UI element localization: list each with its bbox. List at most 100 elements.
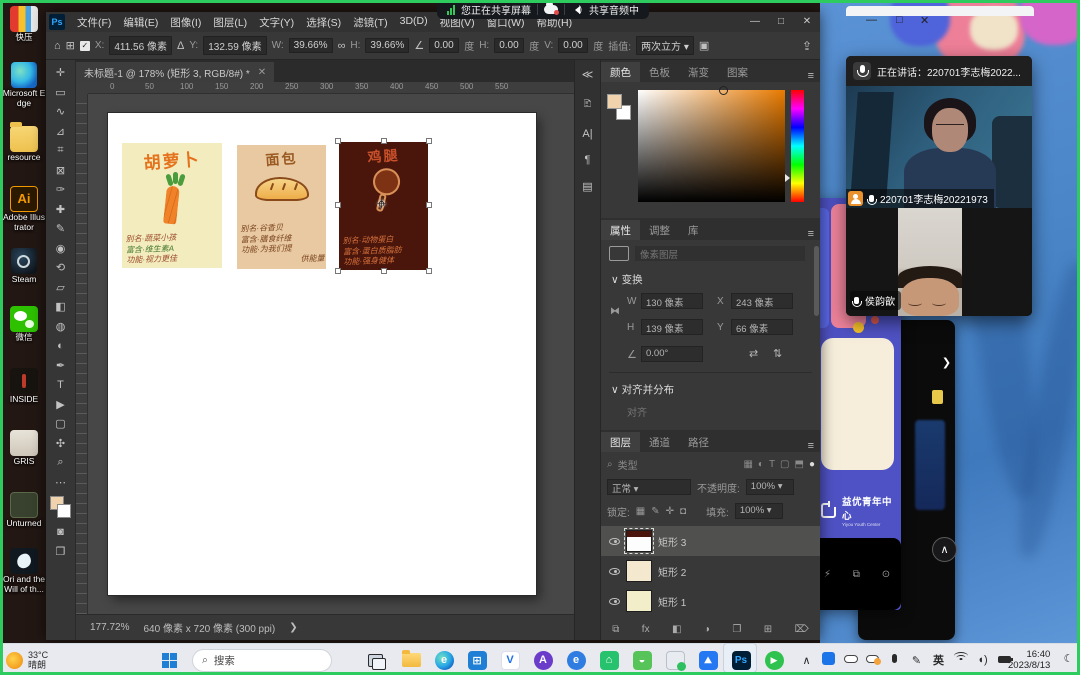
participant2-video[interactable]: 侯韵歆	[846, 208, 1032, 316]
filter-search-icon[interactable]: ⌕	[607, 459, 613, 470]
layer-effects-icon[interactable]: fx	[642, 624, 650, 635]
menu-item[interactable]: 选择(S)	[300, 13, 347, 32]
artboard[interactable]: 胡萝卜 别名·蔬菜小孩 富含·维生素A 功能·视力更佳 面包	[108, 113, 536, 595]
quick-mask-icon[interactable]: ◙	[50, 522, 72, 542]
tool-button[interactable]: ✑	[50, 180, 72, 200]
bg-close-icon[interactable]: ✕	[920, 14, 929, 27]
filter-adjustment-icon[interactable]: ◐	[758, 459, 764, 470]
ime-indicator[interactable]: 英	[928, 652, 949, 668]
filter-type-label[interactable]: 类型	[618, 457, 638, 472]
menu-item[interactable]: 编辑(E)	[117, 13, 164, 32]
hue-slider[interactable]	[791, 90, 804, 202]
libraries-panel-icon[interactable]: ▤	[582, 180, 592, 193]
chicken-card[interactable]: 鸡腿 别名·动物蛋白 富含·蛋白质脂肪 功能·强身健体 ⌖	[339, 142, 428, 270]
desktop-icon-edge[interactable]: Microsoft Edge	[2, 62, 46, 108]
menu-item[interactable]: 滤镜(T)	[347, 13, 393, 32]
tool-button[interactable]: ⟲	[50, 258, 72, 278]
panel-menu-icon[interactable]: ≡	[808, 228, 820, 240]
bread-card[interactable]: 面包 别名·谷香贝 富含·膳食纤维 功能·为我们提 供能量	[237, 145, 326, 269]
share-icon[interactable]: ⇪	[802, 39, 812, 53]
layer-row-rect1[interactable]: 矩形 1	[601, 586, 820, 616]
link-wh-icon[interactable]: ⧓	[610, 306, 620, 317]
learn-panel-icon[interactable]: 🗈	[583, 95, 591, 114]
transform-handle[interactable]	[426, 268, 432, 274]
tool-button[interactable]: ✛	[50, 63, 72, 83]
night-mode-icon[interactable]: ☾	[1058, 652, 1079, 665]
filter-smart-icon[interactable]: ⬒	[795, 459, 804, 470]
menu-item[interactable]: 图像(I)	[164, 13, 207, 32]
layer-thumbnail[interactable]	[626, 590, 652, 612]
taskbar-appstore-green[interactable]: ⌂	[596, 646, 622, 674]
lock-all-icon[interactable]: ◘	[680, 506, 686, 517]
tab-channels[interactable]: 通道	[640, 432, 679, 452]
layer-row-rect3[interactable]: 矩形 3	[601, 526, 820, 556]
taskbar-explorer[interactable]	[398, 646, 424, 674]
angle-input[interactable]: 0.00	[429, 38, 459, 53]
zoom-level[interactable]: 177.72%	[90, 622, 129, 633]
tool-button[interactable]: ⋯	[50, 473, 72, 493]
paragraph-panel-icon[interactable]: ¶	[585, 154, 591, 166]
tool-button[interactable]: ✒	[50, 356, 72, 376]
tab-gradients[interactable]: 渐变	[679, 62, 718, 82]
home-icon[interactable]: ⌂	[54, 40, 61, 52]
transform-y-input[interactable]: 66 像素	[731, 319, 793, 335]
menu-item[interactable]: 文字(Y)	[253, 13, 300, 32]
panel-menu-icon[interactable]: ≡	[808, 70, 820, 82]
tool-button[interactable]: ⌗	[50, 141, 72, 161]
align-section-header[interactable]: ∨ 对齐并分布	[611, 382, 674, 397]
tool-button[interactable]: ✎	[50, 219, 72, 239]
toggle-reference-checkbox[interactable]: ✓	[80, 41, 90, 51]
carrot-card[interactable]: 胡萝卜 别名·蔬菜小孩 富含·维生素A 功能·视力更佳	[122, 143, 222, 268]
taskbar-store[interactable]: ⊞	[464, 646, 490, 674]
interpolation-select[interactable]: 两次立方 ▾	[636, 36, 694, 55]
taskbar-photoshop[interactable]: Ps	[728, 646, 754, 674]
y-input[interactable]: 132.59 像素	[203, 36, 266, 55]
layer-thumbnail[interactable]	[626, 560, 652, 582]
collapse-panels-icon[interactable]: ≪	[582, 68, 594, 81]
transform-angle-input[interactable]: 0.00°	[641, 346, 703, 362]
taskbar-search[interactable]: ⌕ 搜索	[192, 644, 332, 675]
panel-scrollbar[interactable]	[814, 246, 819, 316]
bg-minimize-icon[interactable]: —	[866, 14, 877, 26]
tray-meeting-icon[interactable]	[818, 652, 839, 668]
maximize-icon[interactable]: □	[768, 12, 794, 32]
h-input[interactable]: 39.66%	[365, 38, 409, 53]
w-input[interactable]: 39.66%	[289, 38, 333, 53]
layer-name[interactable]: 矩形 3	[658, 534, 686, 549]
layer-row-rect2[interactable]: 矩形 2	[601, 556, 820, 586]
taskbar-media-play[interactable]: ▶	[761, 646, 787, 674]
canvas-area[interactable]: 050100150200250300350400450500550 胡萝卜 别名…	[76, 82, 574, 614]
task-view-button[interactable]	[368, 644, 383, 675]
layer-name[interactable]: 矩形 2	[658, 564, 686, 579]
minimize-icon[interactable]: —	[742, 12, 768, 32]
meeting-header[interactable]: 正在讲话：220701李志梅2022...	[846, 56, 1032, 86]
layer-group-icon[interactable]: ❐	[732, 624, 741, 635]
start-button[interactable]	[162, 644, 177, 675]
participant1-video[interactable]: 220701李志梅20221973	[846, 86, 1032, 208]
delete-layer-icon[interactable]: ⌦	[795, 624, 809, 635]
tool-button[interactable]: ✚	[50, 200, 72, 220]
panel-menu-icon[interactable]: ≡	[808, 440, 820, 452]
tool-button[interactable]: ∿	[50, 102, 72, 122]
filter-toggle-icon[interactable]: ●	[809, 459, 815, 470]
tab-libraries[interactable]: 库	[679, 220, 708, 240]
tray-pen-icon[interactable]: ✎	[906, 654, 927, 667]
desktop-icon-kuaiya[interactable]: 快压	[2, 6, 46, 43]
taskbar-a-app[interactable]: A	[530, 646, 556, 674]
menu-item[interactable]: 图层(L)	[207, 13, 253, 32]
menu-item[interactable]: 3D(D)	[394, 13, 434, 32]
tab-patterns[interactable]: 图案	[718, 62, 757, 82]
transform-section-header[interactable]: ∨ 变换	[611, 272, 643, 287]
tray-cloud-icon[interactable]	[840, 654, 861, 666]
opacity-select[interactable]: 100% ▾	[746, 479, 794, 495]
transform-reference-point[interactable]: ⌖	[377, 196, 386, 214]
desktop-icon-ori[interactable]: Ori and the Will of th...	[2, 548, 46, 594]
visibility-eye-icon[interactable]	[609, 598, 620, 605]
layer-mask-icon[interactable]: ◧	[672, 624, 681, 635]
transform-h-input[interactable]: 139 像素	[641, 319, 703, 335]
flip-vertical-icon[interactable]: ⇅	[773, 347, 782, 360]
taskbar-tencent-meeting[interactable]: ⛰	[695, 646, 721, 674]
taskbar-snip-tool[interactable]	[662, 646, 688, 674]
screen-mode-icon[interactable]: ❐	[50, 542, 72, 562]
menu-item[interactable]: 文件(F)	[71, 13, 117, 32]
